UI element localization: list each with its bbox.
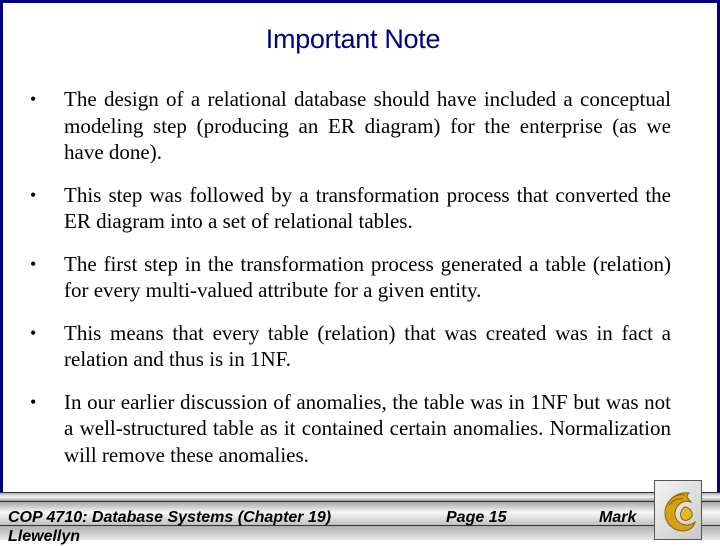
bullet-icon: • (30, 89, 37, 109)
footer-band-top (0, 492, 720, 502)
bullet-icon: • (30, 184, 37, 205)
bullet-item: • The design of a relational database sh… (30, 86, 671, 166)
bullet-item: • The first step in the transformation p… (30, 251, 671, 304)
bullet-item: • This step was followed by a transforma… (30, 182, 671, 235)
footer-author-first: Mark (599, 509, 637, 526)
bullet-text: This means that every table (relation) t… (64, 320, 671, 372)
ucf-pegasus-logo-icon (664, 492, 696, 532)
bullet-icon: • (30, 253, 37, 274)
bullet-list: • The design of a relational database sh… (30, 86, 671, 468)
footer-band-bottom (0, 526, 720, 540)
bullet-text: The first step in the transformation pro… (64, 251, 671, 303)
slide-title: Important Note (265, 24, 441, 54)
footer-author-last: Llewellyn (8, 528, 81, 545)
bullet-text: This step was followed by a transformati… (64, 182, 671, 234)
bullet-icon: • (30, 322, 37, 343)
bullet-text: In our earlier discussion of anomalies, … (64, 389, 671, 467)
logo-box (654, 480, 702, 540)
footer-page-number: Page 15 (446, 509, 507, 526)
footer-course: COP 4710: Database Systems (Chapter 19) (8, 509, 332, 526)
bullet-item: • In our earlier discussion of anomalies… (30, 389, 671, 469)
bullet-item: • This means that every table (relation)… (30, 320, 671, 373)
bullet-text: The design of a relational database shou… (64, 87, 671, 164)
bullet-icon: • (30, 391, 37, 412)
